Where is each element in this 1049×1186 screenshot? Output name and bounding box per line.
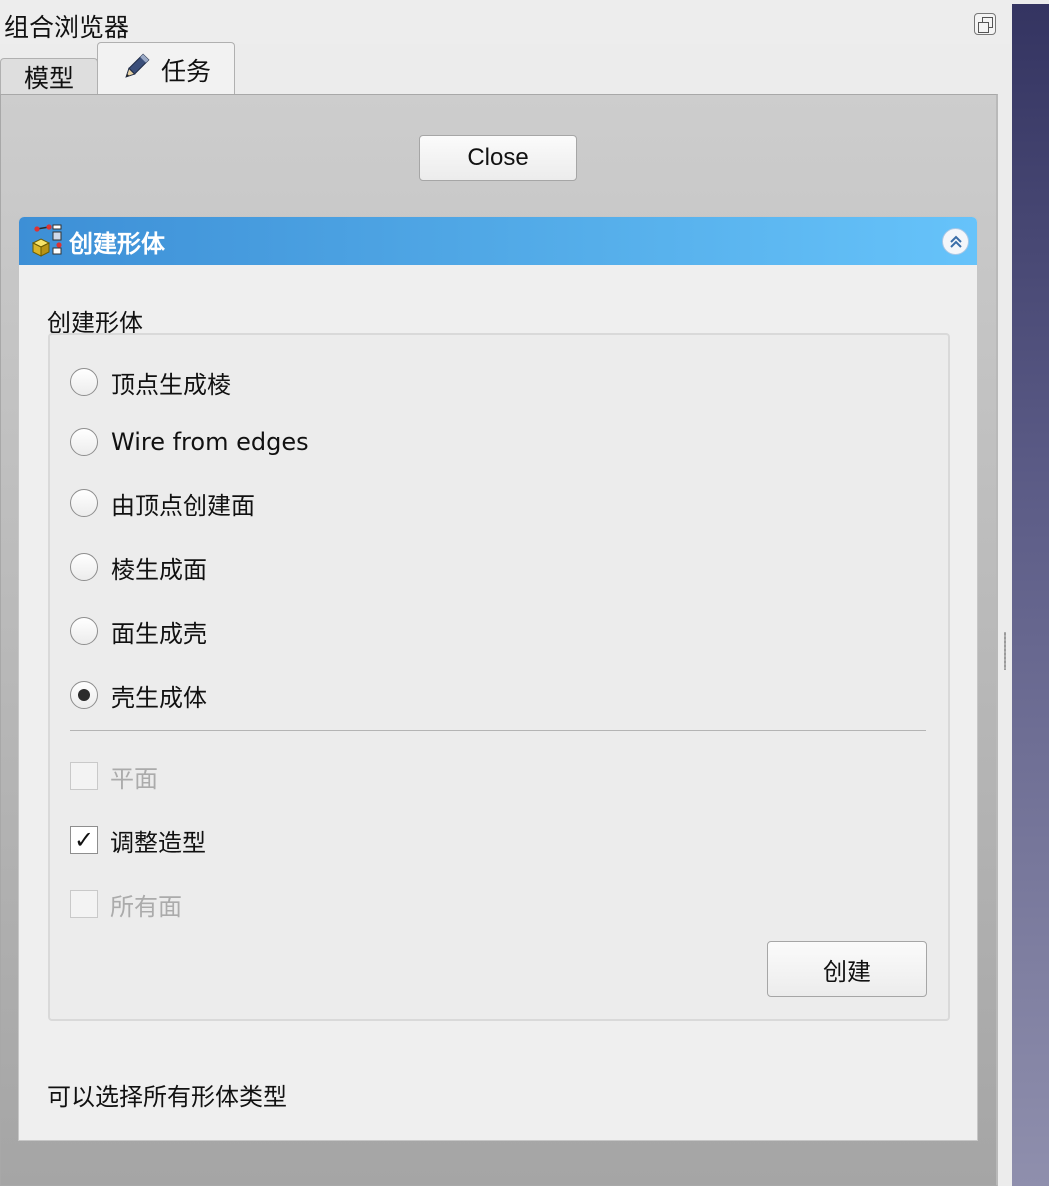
checkbox-label: 调整造型 [110, 828, 206, 857]
float-panel-icon[interactable] [974, 13, 996, 35]
shape-type-group: 顶点生成棱 Wire from edges 由顶点创建面 棱生成面 面生成壳 壳… [48, 333, 950, 1021]
hint-text: 可以选择所有形体类型 [47, 1083, 287, 1111]
radio-face-from-vertices[interactable]: 由顶点创建面 [70, 486, 255, 520]
combo-view-titlebar: 组合浏览器 [0, 0, 1010, 44]
checkbox-label: 平面 [110, 764, 158, 793]
tab-model[interactable]: 模型 [0, 58, 98, 95]
group-separator [70, 730, 926, 731]
checkbox-refine-shape[interactable]: ✓ 调整造型 [70, 823, 206, 857]
radio-indicator[interactable] [70, 489, 98, 517]
radio-label: 棱生成面 [111, 555, 207, 584]
3d-view-area[interactable] [1012, 4, 1049, 1186]
radio-indicator[interactable] [70, 617, 98, 645]
pencil-icon [121, 52, 151, 88]
checkbox-planar[interactable]: 平面 [70, 759, 158, 793]
radio-label: 顶点生成棱 [111, 370, 231, 399]
radio-wire-from-edges[interactable]: Wire from edges [70, 425, 309, 459]
radio-face-to-shell[interactable]: 面生成壳 [70, 614, 207, 648]
task-header: 创建形体 [19, 217, 977, 265]
radio-edge-to-face[interactable]: 棱生成面 [70, 550, 207, 584]
radio-vertex-to-edge[interactable]: 顶点生成棱 [70, 365, 231, 399]
tab-task-label: 任务 [160, 56, 211, 86]
radio-label: 壳生成体 [111, 683, 207, 712]
tab-task[interactable]: 任务 [97, 42, 235, 96]
tab-model-label: 模型 [23, 64, 74, 93]
radio-label: 面生成壳 [111, 619, 207, 648]
radio-shell-to-solid[interactable]: 壳生成体 [70, 678, 207, 712]
radio-indicator-selected[interactable] [70, 681, 98, 709]
checkmark-icon[interactable]: ✓ [70, 826, 98, 854]
collapse-chevron-icon[interactable] [942, 228, 969, 255]
checkbox-label: 所有面 [110, 892, 182, 921]
radio-label: Wire from edges [111, 428, 309, 456]
radio-indicator[interactable] [70, 428, 98, 456]
checkbox-all-faces[interactable]: 所有面 [70, 887, 182, 921]
task-header-title: 创建形体 [69, 229, 165, 258]
checkbox-indicator[interactable] [70, 890, 98, 918]
radio-label: 由顶点创建面 [111, 491, 255, 520]
checkbox-indicator[interactable] [70, 762, 98, 790]
radio-indicator[interactable] [70, 368, 98, 396]
close-button[interactable]: Close [419, 135, 577, 181]
task-box: 创建形体 创建形体 顶点生成棱 Wire from edges 由顶点创建面 棱… [18, 216, 978, 1141]
panel-title: 组合浏览器 [4, 13, 130, 42]
radio-indicator[interactable] [70, 553, 98, 581]
shape-builder-icon [29, 223, 65, 259]
create-button[interactable]: 创建 [767, 941, 927, 997]
splitter-handle[interactable] [1004, 632, 1006, 670]
